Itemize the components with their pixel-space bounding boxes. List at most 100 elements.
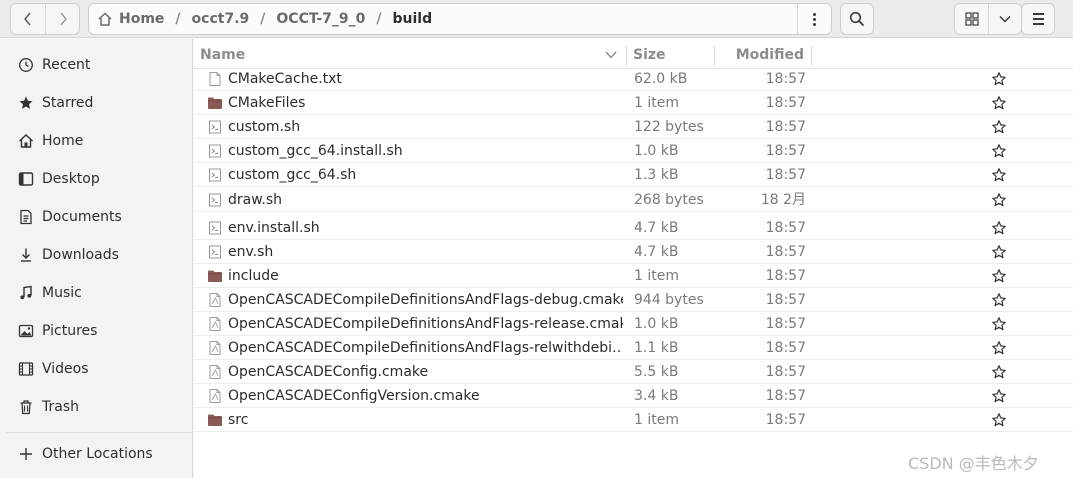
sidebar-item-music[interactable]: Music [0, 274, 192, 312]
document-icon [18, 209, 34, 225]
path-menu-button[interactable] [797, 4, 831, 34]
clock-icon [18, 57, 34, 73]
chevron-left-icon [24, 12, 31, 26]
file-name: env.sh [228, 244, 274, 260]
sidebar-item-trash[interactable]: Trash [0, 388, 192, 426]
table-row[interactable]: OpenCASCADEConfig.cmake 5.5 kB 18:57 [194, 360, 1073, 384]
breadcrumb-occt7-9[interactable]: occt7.9 [192, 11, 250, 27]
column-header-size[interactable]: Size [633, 42, 708, 68]
column-separator [811, 46, 812, 66]
search-button[interactable] [840, 3, 874, 35]
header-bar: Home / occt7.9 / OCCT-7_9_0 / build [0, 0, 1073, 38]
file-name: OpenCASCADECompileDefinitionsAndFlags-re… [228, 340, 623, 356]
sidebar-item-label: Trash [42, 399, 79, 415]
file-modified: 18:57 [765, 340, 806, 356]
star-icon[interactable] [991, 340, 1007, 356]
table-row[interactable]: custom.sh 122 bytes 18:57 [194, 115, 1073, 139]
table-row[interactable]: src 1 item 18:57 [194, 408, 1073, 432]
file-modified: 18:57 [765, 268, 806, 284]
file-size: 62.0 kB [634, 71, 688, 87]
table-row[interactable]: env.install.sh 4.7 kB 18:57 [194, 216, 1073, 240]
column-header-modified[interactable]: Modified [736, 42, 804, 68]
breadcrumb-label: OCCT-7_9_0 [276, 11, 366, 27]
file-name: OpenCASCADEConfig.cmake [228, 364, 429, 380]
breadcrumb-separator: / [260, 11, 266, 27]
table-row[interactable]: OpenCASCADECompileDefinitionsAndFlags-re… [194, 336, 1073, 360]
sidebar-item-label: Downloads [42, 247, 119, 263]
sidebar-item-videos[interactable]: Videos [0, 350, 192, 388]
file-modified: 18:57 [765, 95, 806, 111]
file-modified: 18:57 [765, 244, 806, 260]
file-name: custom.sh [228, 119, 301, 135]
sidebar-item-starred[interactable]: Starred [0, 84, 192, 122]
star-icon[interactable] [991, 316, 1007, 332]
sidebar-item-label: Pictures [42, 323, 98, 339]
table-row[interactable]: OpenCASCADEConfigVersion.cmake 3.4 kB 18:5… [194, 384, 1073, 408]
star-icon[interactable] [991, 244, 1007, 260]
file-size: 4.7 kB [634, 244, 679, 260]
grid-view-button[interactable] [955, 4, 988, 34]
star-icon[interactable] [991, 220, 1007, 236]
table-row[interactable]: OpenCASCADECompileDefinitionsAndFlags-re… [194, 312, 1073, 336]
table-row[interactable]: CMakeCache.txt 62.0 kB 18:57 [194, 67, 1073, 91]
sidebar-item-home[interactable]: Home [0, 122, 192, 160]
cmake-file-icon [207, 340, 223, 356]
breadcrumb-build[interactable]: build [393, 11, 433, 27]
breadcrumb-occt-7-9-0[interactable]: OCCT-7_9_0 [276, 11, 365, 27]
breadcrumb-home[interactable]: Home [97, 11, 164, 27]
star-icon[interactable] [991, 388, 1007, 404]
column-header: Name Size Modified [194, 42, 1073, 68]
star-icon[interactable] [991, 412, 1007, 428]
sidebar-item-desktop[interactable]: Desktop [0, 160, 192, 198]
table-row[interactable]: custom_gcc_64.sh 1.3 kB 18:57 [194, 163, 1073, 187]
sort-descending-icon [605, 51, 617, 59]
sidebar-item-pictures[interactable]: Pictures [0, 312, 192, 350]
desktop-icon [18, 171, 34, 187]
table-row[interactable]: env.sh 4.7 kB 18:57 [194, 240, 1073, 264]
download-icon [18, 247, 34, 263]
star-icon[interactable] [991, 71, 1007, 87]
star-icon[interactable] [991, 167, 1007, 183]
column-header-name[interactable]: Name [200, 42, 625, 68]
star-icon[interactable] [991, 143, 1007, 159]
breadcrumb: Home / occt7.9 / OCCT-7_9_0 / build [89, 4, 797, 34]
sidebar-item-label: Documents [42, 209, 122, 225]
star-icon[interactable] [991, 119, 1007, 135]
file-modified: 18:57 [765, 316, 806, 332]
file-modified: 18:57 [765, 220, 806, 236]
file-size: 1.3 kB [634, 167, 679, 183]
chevron-down-icon [999, 15, 1011, 23]
hamburger-icon [1032, 13, 1044, 25]
sidebar-item-recent[interactable]: Recent [0, 46, 192, 84]
view-options-button[interactable] [988, 4, 1021, 34]
script-file-icon [207, 167, 223, 183]
table-row[interactable]: draw.sh 268 bytes 18 2月 [194, 188, 1073, 212]
table-row[interactable]: OpenCASCADECompileDefinitionsAndFlags-de… [194, 288, 1073, 312]
file-name: include [228, 268, 279, 284]
star-icon[interactable] [991, 292, 1007, 308]
file-size: 1.1 kB [634, 340, 679, 356]
main-menu-button[interactable] [1021, 3, 1055, 35]
file-name: CMakeCache.txt [228, 71, 342, 87]
breadcrumb-label: Home [119, 11, 165, 27]
file-name: src [228, 412, 249, 428]
sidebar-item-label: Videos [42, 361, 89, 377]
cmake-file-icon [207, 388, 223, 404]
back-button[interactable] [11, 4, 45, 34]
star-icon[interactable] [991, 268, 1007, 284]
table-row[interactable]: include 1 item 18:57 [194, 264, 1073, 288]
file-modified: 18:57 [765, 167, 806, 183]
table-row[interactable]: custom_gcc_64.install.sh 1.0 kB 18:57 [194, 139, 1073, 163]
star-icon[interactable] [991, 192, 1007, 208]
sidebar-item-other-locations[interactable]: Other Locations [0, 435, 192, 473]
file-size: 4.7 kB [634, 220, 679, 236]
sidebar-item-downloads[interactable]: Downloads [0, 236, 192, 274]
forward-button[interactable] [45, 4, 79, 34]
table-row[interactable]: CMakeFiles 1 item 18:57 [194, 91, 1073, 115]
script-file-icon [207, 192, 223, 208]
sidebar-item-documents[interactable]: Documents [0, 198, 192, 236]
star-icon[interactable] [991, 95, 1007, 111]
file-name: custom_gcc_64.install.sh [228, 143, 403, 159]
sidebar-item-label: Recent [42, 57, 91, 73]
star-icon[interactable] [991, 364, 1007, 380]
